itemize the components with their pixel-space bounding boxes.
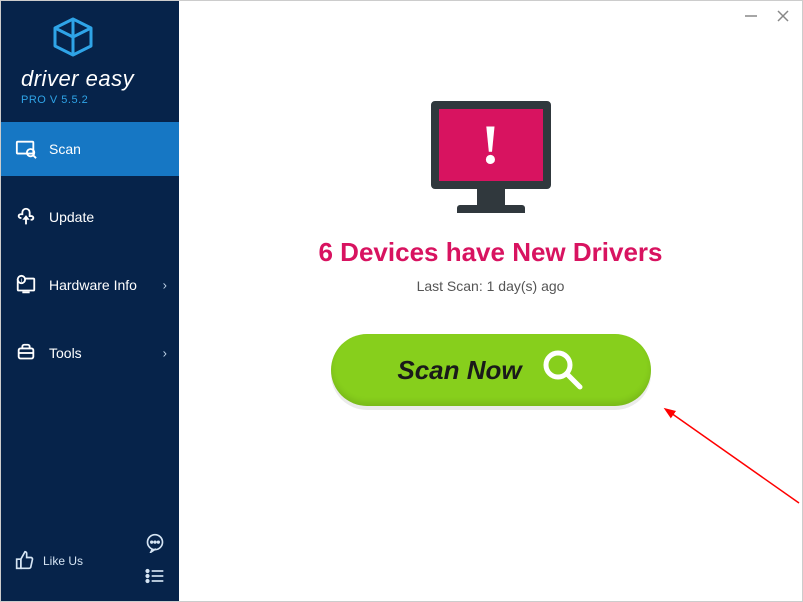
sidebar-bottom: Like Us [1,521,179,601]
close-button[interactable] [776,9,790,28]
logo-block: driver easy PRO V 5.5.2 [1,1,179,116]
alert-icon: ! [431,101,551,189]
brand-name: driver easy [21,66,167,92]
hardware-info-icon: i [15,274,37,296]
nav-item-update[interactable]: Update [1,190,179,244]
thumbs-up-icon [15,550,35,573]
annotation-arrow [659,403,803,523]
bottom-icons [145,533,165,589]
tools-icon [15,342,37,364]
nav-label-hardware: Hardware Info [49,277,137,293]
minimize-button[interactable] [744,9,758,28]
nav-item-scan[interactable]: Scan [1,122,179,176]
nav-label-tools: Tools [49,345,82,361]
update-icon [15,206,37,228]
main-panel: ! 6 Devices have New Drivers Last Scan: … [179,1,802,601]
feedback-icon[interactable] [145,533,165,558]
svg-text:i: i [21,278,22,284]
window-controls [744,9,790,28]
scan-icon [15,138,37,160]
nav-label-update: Update [49,209,94,225]
nav-label-scan: Scan [49,141,81,157]
chevron-right-icon: › [163,278,167,293]
chevron-right-icon: › [163,346,167,361]
logo-icon [51,17,167,62]
menu-icon[interactable] [145,568,165,589]
sidebar: driver easy PRO V 5.5.2 Scan [1,1,179,601]
monitor-graphic: ! [426,101,556,213]
status-headline: 6 Devices have New Drivers [319,237,663,268]
last-scan-text: Last Scan: 1 day(s) ago [417,278,565,294]
scan-now-label: Scan Now [397,355,521,386]
brand-version: PRO V 5.5.2 [21,94,167,106]
like-us-label: Like Us [43,554,83,568]
content: ! 6 Devices have New Drivers Last Scan: … [179,1,802,406]
nav-item-hardware[interactable]: i Hardware Info › [1,258,179,312]
app-window: driver easy PRO V 5.5.2 Scan [1,1,802,601]
nav-item-tools[interactable]: Tools › [1,326,179,380]
like-us-button[interactable]: Like Us [15,550,83,573]
magnifier-icon [540,347,584,394]
scan-now-button[interactable]: Scan Now [331,334,651,406]
nav: Scan Update i [1,122,179,521]
